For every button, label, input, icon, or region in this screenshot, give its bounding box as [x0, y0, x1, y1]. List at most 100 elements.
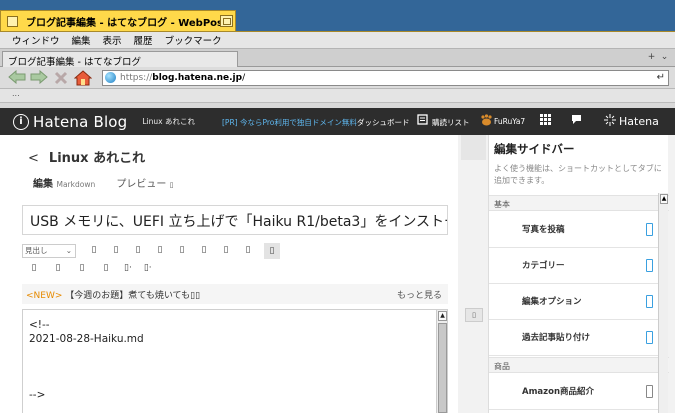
- link-button[interactable]: ▯: [220, 245, 232, 257]
- sidebar-collapse-button[interactable]: [461, 135, 486, 160]
- tab-edit[interactable]: 編集 Markdown: [33, 179, 95, 190]
- menu-window[interactable]: ウィンドウ: [6, 33, 66, 47]
- forward-arrow-icon[interactable]: [30, 69, 48, 86]
- body-scrollbar[interactable]: ▲: [436, 310, 447, 413]
- dashboard-link[interactable]: ダッシュボード: [357, 117, 410, 128]
- size-button[interactable]: ▯: [198, 245, 210, 257]
- tab-preview[interactable]: プレビュー ▯: [116, 179, 173, 190]
- back-to-blog-link[interactable]: < Linux あれこれ: [28, 147, 145, 166]
- body-line: [29, 346, 441, 360]
- window-title-tab[interactable]: ブログ記事編集 - はてなブログ - WebPositive: [0, 10, 236, 31]
- section-basic: 基本: [489, 195, 669, 211]
- italic-button[interactable]: ▯: [110, 245, 122, 257]
- sidebar-toggle-button[interactable]: ▯: [465, 308, 483, 322]
- menu-bookmarks[interactable]: ブックマーク: [159, 33, 228, 47]
- table-button[interactable]: ▯: [76, 263, 88, 275]
- sidebar-item-label: 過去記事貼り付け: [522, 333, 591, 343]
- add-shortcut-icon[interactable]: [646, 331, 653, 344]
- heading-select-value: 見出し: [25, 246, 48, 255]
- add-shortcut-icon[interactable]: [646, 385, 653, 398]
- blog-name-link[interactable]: Linux あれこれ: [142, 116, 195, 127]
- list-button[interactable]: ▯: [28, 263, 40, 275]
- menu-view[interactable]: 表示: [97, 33, 128, 47]
- body-line: <!--: [29, 319, 50, 331]
- sidebar-item-upload-photo[interactable]: 写真を投稿: [489, 212, 659, 248]
- tab-edit-label: 編集: [33, 179, 53, 190]
- body-line: [29, 360, 441, 374]
- go-icon[interactable]: ↵: [657, 72, 665, 83]
- color-button[interactable]: ▯: [176, 245, 188, 257]
- see-more-link[interactable]: もっと見る: [397, 288, 442, 301]
- hatena-blog-logo[interactable]: Hatena Blog: [33, 113, 127, 131]
- quote-button[interactable]: ▯: [242, 245, 254, 257]
- bold-button[interactable]: ▯: [88, 245, 100, 257]
- title-input[interactable]: USB メモリに、UEFI 立ち上げで「Haiku R1/beta3」をインスト…: [22, 205, 448, 235]
- editor-pane: < Linux あれこれ 編集 Markdown プレビュー ▯ USB メモリに…: [0, 135, 458, 413]
- sidebar-item-label: Amazon商品紹介: [522, 387, 595, 397]
- scroll-up-icon[interactable]: ▲: [438, 311, 447, 321]
- user-avatar-icon[interactable]: [480, 114, 493, 129]
- insert-button[interactable]: ▯·: [144, 263, 152, 275]
- status-line: ...: [0, 89, 675, 103]
- reading-list-link[interactable]: 購読リスト: [432, 117, 470, 128]
- apps-grid-icon[interactable]: [540, 114, 551, 128]
- underline-button[interactable]: ▯: [154, 245, 166, 257]
- sidebar-item-past-articles[interactable]: 過去記事貼り付け: [489, 320, 659, 356]
- tab-menu-button[interactable]: ⌄: [659, 52, 670, 63]
- sidebar-item-amazon[interactable]: Amazon商品紹介: [489, 374, 659, 410]
- pro-promo-link[interactable]: [PR] 今ならPro利用で独自ドメイン無料: [222, 117, 357, 128]
- add-shortcut-icon[interactable]: [646, 259, 653, 272]
- scroll-thumb[interactable]: [438, 323, 447, 413]
- sidebar-item-category[interactable]: カテゴリー: [489, 248, 659, 284]
- heading-select[interactable]: 見出し ⌄: [22, 244, 76, 258]
- strike-button[interactable]: ▯: [132, 245, 144, 257]
- window-zoom-button[interactable]: [220, 15, 233, 27]
- body-line: -->: [29, 389, 46, 401]
- tab-edit-format: Markdown: [56, 180, 96, 189]
- menu-bar: ウィンドウ 編集 表示 履歴 ブックマーク: [0, 32, 675, 49]
- edit-sidebar: 編集サイドバー よく使う機能は、ショートカットとしてタブに追加できます。 基本 …: [488, 135, 669, 413]
- url-host: blog.hatena.ne.jp: [152, 72, 243, 83]
- new-badge: <NEW>: [26, 291, 63, 301]
- chevron-left-icon: <: [28, 151, 39, 166]
- stop-icon[interactable]: [52, 70, 70, 86]
- sidebar-title: 編集サイドバー: [494, 142, 575, 156]
- sidebar-item-edit-options[interactable]: 編集オプション: [489, 284, 659, 320]
- emoji-button[interactable]: ▯·: [124, 263, 132, 275]
- chevron-down-icon: ⌄: [65, 246, 72, 255]
- tab-blog-editor[interactable]: ブログ記事編集 - はてなブログ: [2, 51, 238, 68]
- code-button[interactable]: ▯: [100, 263, 112, 275]
- sidebar-item-label: 編集オプション: [522, 297, 582, 307]
- menu-edit[interactable]: 編集: [66, 33, 97, 47]
- hatena-brand-link[interactable]: Hatena: [619, 115, 659, 128]
- url-protocol: https://: [120, 72, 153, 83]
- user-name[interactable]: FuRuYa7: [494, 117, 525, 126]
- preview-icon: ▯: [169, 181, 174, 189]
- body-textarea[interactable]: <!-- 2021-08-28-Haiku.md --> ▲: [22, 309, 448, 413]
- home-icon[interactable]: [73, 69, 93, 86]
- notification-icon[interactable]: [571, 114, 582, 128]
- add-shortcut-icon[interactable]: [646, 295, 653, 308]
- body-line: 2021-08-28-Haiku.md: [29, 333, 144, 345]
- tab-preview-label: プレビュー: [116, 179, 167, 190]
- sidebar-scrollbar[interactable]: ▲: [658, 193, 668, 413]
- add-shortcut-icon[interactable]: [646, 223, 653, 236]
- hatena-brand-icon[interactable]: [604, 114, 616, 129]
- scroll-up-icon[interactable]: ▲: [660, 194, 668, 204]
- mode-tabs: 編集 Markdown プレビュー ▯: [33, 175, 173, 190]
- hatena-logo-icon[interactable]: i: [13, 113, 29, 130]
- new-tab-button[interactable]: +: [646, 52, 657, 63]
- window-close-button[interactable]: [7, 15, 18, 27]
- sidebar-description: よく使う機能は、ショートカットとしてタブに追加できます。: [494, 164, 662, 185]
- back-arrow-icon[interactable]: [8, 69, 26, 86]
- section-goods: 商品: [489, 357, 669, 373]
- body-line: [29, 374, 441, 388]
- numbered-list-button[interactable]: ▯: [52, 263, 64, 275]
- menu-history[interactable]: 履歴: [128, 33, 159, 47]
- window-title: ブログ記事編集 - はてなブログ - WebPositive: [26, 17, 220, 29]
- weekly-topic-bar[interactable]: <NEW> 【今週のお題】煮ても焼いても▯▯ もっと見る: [22, 284, 448, 304]
- format-toolbar-row2: ▯ ▯ ▯ ▯ ▯· ▯·: [28, 263, 164, 275]
- more-tools-button[interactable]: ▯: [264, 243, 280, 259]
- url-field[interactable]: https://blog.hatena.ne.jp / ↵: [102, 69, 669, 86]
- reading-list-icon[interactable]: [417, 114, 428, 128]
